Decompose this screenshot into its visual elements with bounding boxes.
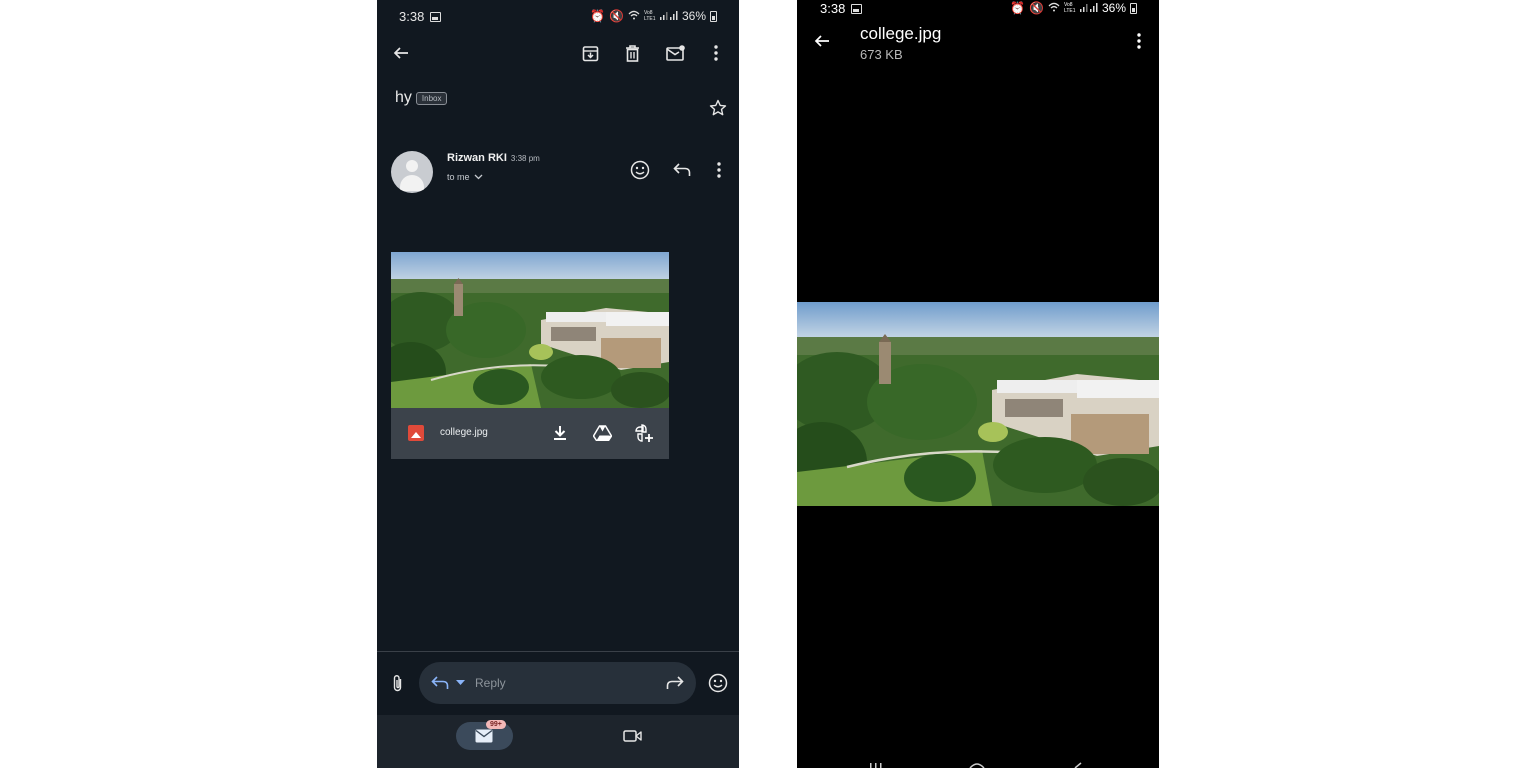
avatar[interactable] [391, 151, 433, 193]
battery-percent: 36% [1101, 1, 1126, 15]
mail-icon [474, 728, 494, 744]
mark-unread-icon[interactable] [664, 43, 686, 63]
email-subject: hy [395, 89, 412, 106]
reply-input[interactable]: Reply [419, 662, 696, 704]
caret-down-icon[interactable] [455, 678, 465, 686]
wifi-icon [1048, 2, 1060, 14]
recipient-label: to me [447, 172, 470, 182]
delete-icon[interactable] [622, 43, 642, 63]
mute-icon: 🔇 [1029, 1, 1044, 15]
archive-icon[interactable] [580, 43, 600, 63]
attach-icon[interactable] [387, 672, 407, 694]
sent-time: 3:38 pm [510, 154, 540, 163]
more-vert-icon[interactable] [1129, 31, 1149, 51]
add-to-photos-icon[interactable] [633, 422, 655, 444]
sender-block: Rizwan RKI 3:38 pm [447, 152, 540, 164]
signal-icon [659, 10, 678, 22]
more-vert-icon[interactable] [706, 43, 726, 63]
status-bar: 3:38 ⏰ 🔇 Vo8 LTE1 36% [797, 0, 1159, 32]
gallery-notification-icon [851, 3, 863, 14]
bottom-nav: 99+ [377, 715, 739, 768]
status-time: 3:38 [399, 9, 425, 24]
system-nav-bar [870, 762, 1082, 768]
network-label: Vo8 LTE1 [1063, 2, 1076, 14]
viewer-filesize: 673 KB [860, 47, 903, 62]
back-arrow-icon[interactable] [391, 43, 411, 63]
recipient-toggle[interactable]: to me [447, 172, 483, 182]
attachment-card[interactable]: college.jpg [391, 252, 669, 459]
inbox-label[interactable]: Inbox [415, 91, 448, 105]
wifi-icon [628, 10, 640, 22]
image-viewer-screen: 3:38 ⏰ 🔇 Vo8 LTE1 36% college.jpg 673 KB [797, 0, 1159, 768]
attachment-bar: college.jpg [391, 408, 669, 459]
drive-icon[interactable] [591, 423, 613, 443]
divider [377, 651, 739, 652]
video-icon[interactable] [621, 727, 643, 745]
forward-icon[interactable] [664, 674, 686, 692]
unread-badge: 99+ [486, 720, 506, 729]
sender-name: Rizwan RKI [447, 152, 507, 164]
status-time: 3:38 [820, 1, 846, 16]
alarm-icon: ⏰ [1010, 1, 1026, 15]
battery-icon [710, 10, 717, 22]
emoji-icon[interactable] [629, 159, 651, 181]
chevron-down-icon [474, 172, 483, 182]
alarm-icon: ⏰ [590, 9, 606, 23]
reply-placeholder: Reply [475, 676, 506, 690]
attachment-filename: college.jpg [440, 427, 488, 438]
image-file-icon [408, 425, 424, 441]
viewer-filename: college.jpg [860, 24, 942, 43]
full-image[interactable] [797, 302, 1159, 506]
battery-icon [1130, 2, 1137, 14]
subject-line: hy Inbox [395, 89, 448, 107]
mute-icon: 🔇 [609, 9, 624, 23]
reply-icon[interactable] [671, 159, 693, 181]
reply-type-icon[interactable] [429, 674, 451, 692]
battery-percent: 36% [681, 9, 706, 23]
status-bar: 3:38 ⏰ 🔇 Vo8 LTE1 36% [377, 0, 739, 32]
star-icon[interactable] [707, 97, 729, 119]
message-more-icon[interactable] [709, 159, 729, 181]
emoji-reaction-icon[interactable] [707, 672, 729, 694]
network-label: Vo8 LTE1 [643, 10, 656, 22]
signal-icon [1079, 2, 1098, 14]
download-icon[interactable] [550, 423, 570, 443]
back-arrow-icon[interactable] [812, 31, 832, 51]
gallery-notification-icon [430, 11, 442, 22]
attachment-thumbnail[interactable] [391, 252, 669, 408]
email-screen: 3:38 ⏰ 🔇 Vo8 LTE1 36% hy Inbox Rizwan RK… [377, 0, 739, 768]
